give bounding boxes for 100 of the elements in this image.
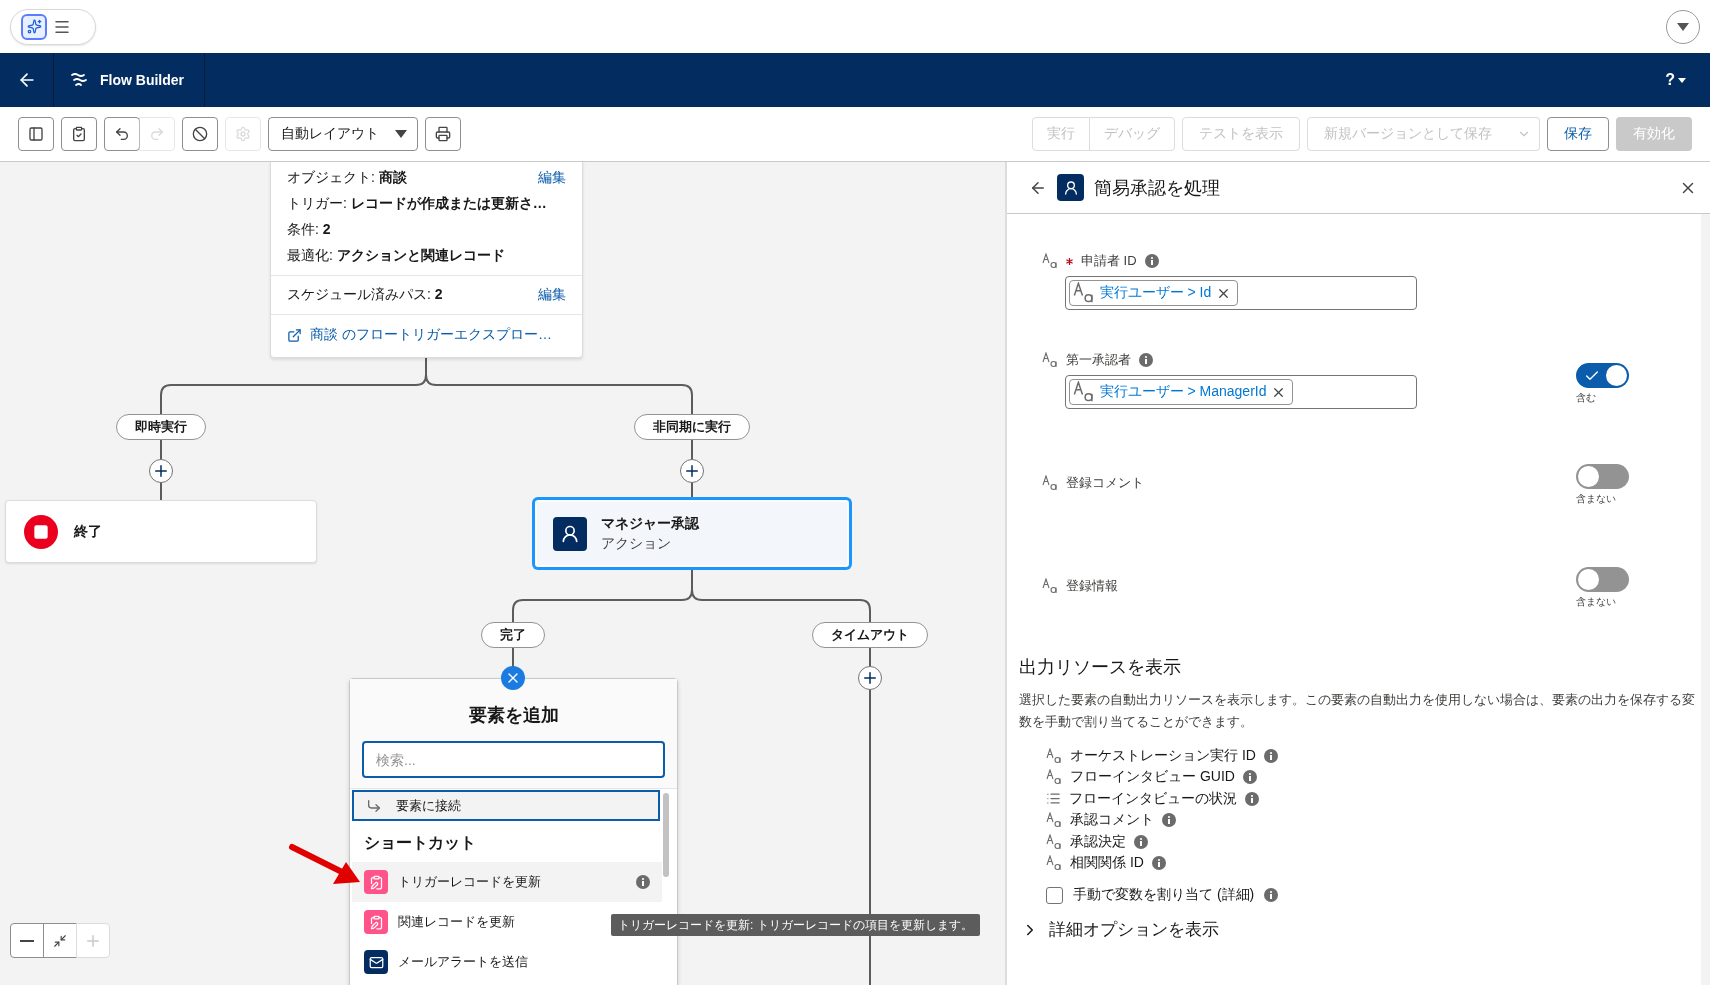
caret-icon bbox=[395, 130, 407, 138]
trigger-detail: オブジェクト: 商談 bbox=[287, 169, 407, 187]
connect-item[interactable]: 要素に接続 bbox=[352, 790, 660, 821]
print-button[interactable] bbox=[425, 117, 461, 151]
end-node[interactable]: 終了 bbox=[5, 500, 317, 563]
external-link-icon bbox=[287, 327, 302, 343]
value-text: 実行ユーザー > Id bbox=[1099, 284, 1212, 302]
include-toggle[interactable] bbox=[1576, 464, 1629, 489]
add-element-button[interactable] bbox=[858, 666, 882, 690]
plus-icon bbox=[861, 669, 879, 687]
sparkle-icon bbox=[21, 13, 47, 40]
redo-icon bbox=[149, 126, 165, 142]
trigger-detail: スケジュール済みパス: 2 bbox=[287, 286, 443, 304]
panel-title: 要素を追加 bbox=[468, 704, 559, 727]
include-toggle[interactable] bbox=[1576, 567, 1629, 592]
toggle-caption: 含まない bbox=[1576, 595, 1616, 609]
add-element-button[interactable] bbox=[680, 459, 704, 483]
tooltip: トリガーレコードを更新: トリガーレコードの項目を更新します。 bbox=[611, 914, 980, 936]
resource-label: オーケストレーション実行 ID bbox=[1070, 746, 1256, 765]
edit-link[interactable]: 編集 bbox=[538, 286, 566, 304]
info-icon[interactable] bbox=[1162, 813, 1176, 828]
branch-label: 完了 bbox=[481, 622, 545, 648]
branch-label: 非同期に実行 bbox=[634, 414, 750, 440]
field-label: 登録情報 bbox=[1066, 577, 1118, 595]
edit-link[interactable]: 編集 bbox=[538, 169, 566, 187]
plus-icon bbox=[152, 462, 170, 480]
value-pill[interactable]: 実行ユーザー > ManagerId bbox=[1069, 379, 1294, 405]
explorer-link[interactable]: 商談 のフロートリガーエクスプロー… bbox=[287, 322, 566, 348]
info-icon[interactable] bbox=[1264, 888, 1279, 902]
trigger-detail: 条件: 2 bbox=[287, 221, 331, 239]
connect-arrow-icon bbox=[366, 797, 382, 814]
scrollbar-thumb[interactable] bbox=[663, 793, 669, 877]
node-type: アクション bbox=[601, 534, 672, 553]
text-type-icon bbox=[1046, 747, 1062, 764]
info-icon[interactable] bbox=[636, 875, 650, 889]
node-title: 終了 bbox=[74, 522, 102, 541]
toolbar-button[interactable]: 保存 bbox=[1547, 117, 1609, 151]
text-type-icon bbox=[1042, 578, 1058, 594]
zoom-out-button[interactable] bbox=[10, 923, 44, 958]
ban-icon bbox=[192, 126, 208, 142]
minus-icon bbox=[20, 939, 34, 942]
app-title: Flow Builder bbox=[100, 72, 184, 88]
flow-icon bbox=[70, 71, 88, 89]
info-icon[interactable] bbox=[1134, 834, 1148, 849]
undo-icon bbox=[114, 126, 130, 142]
info-icon[interactable] bbox=[1263, 748, 1278, 763]
trigger-detail: 最適化: アクションと関連レコード bbox=[287, 247, 505, 265]
text-type-icon bbox=[1042, 352, 1058, 368]
text-type-icon bbox=[1042, 475, 1058, 491]
resource-label: フローインタビュー GUID bbox=[1070, 768, 1235, 787]
field-label: 登録コメント bbox=[1066, 474, 1144, 492]
include-toggle[interactable] bbox=[1576, 363, 1629, 388]
value-pill[interactable]: 実行ユーザー > Id bbox=[1069, 280, 1239, 306]
search-field[interactable]: 検索... bbox=[362, 741, 665, 778]
input-field[interactable]: 実行ユーザー > ManagerId bbox=[1065, 375, 1417, 409]
info-icon[interactable] bbox=[1242, 770, 1257, 785]
layout-select[interactable]: 自動レイアウト bbox=[268, 117, 418, 151]
toggle-caption: 含まない bbox=[1576, 492, 1616, 506]
text-type-icon bbox=[1073, 381, 1095, 403]
checkbox[interactable] bbox=[1046, 886, 1063, 904]
branch-label: タイムアウト bbox=[812, 622, 928, 648]
clipboard-edit-icon bbox=[364, 870, 388, 894]
help-button[interactable]: ? bbox=[1659, 70, 1692, 90]
info-icon[interactable] bbox=[1144, 254, 1159, 268]
section-description: 選択した要素の自動出力リソースを表示します。この要素の自動出力を使用しない場合は、要素の出力を保存する変数を手動で割り当てることができます。 bbox=[1019, 691, 1696, 731]
approval-icon bbox=[553, 516, 587, 551]
toggle-caption: 含む bbox=[1576, 391, 1596, 405]
element-item[interactable]: トリガーレコードを更新 bbox=[352, 862, 662, 902]
settings-icon bbox=[235, 126, 251, 142]
panel-icon bbox=[28, 126, 44, 142]
undo-button[interactable] bbox=[104, 117, 140, 151]
field-label: 申請者 ID bbox=[1081, 252, 1137, 270]
resource-label: 承認コメント bbox=[1070, 811, 1154, 830]
field-label: 第一承認者 bbox=[1066, 351, 1131, 369]
check-button[interactable] bbox=[61, 117, 97, 151]
close-button[interactable] bbox=[501, 666, 525, 690]
trigger-detail: トリガー: レコードが作成または更新さ… bbox=[287, 195, 547, 213]
dropdown-button[interactable] bbox=[1666, 9, 1700, 44]
printer-icon bbox=[435, 126, 451, 142]
section-title: ショートカット bbox=[363, 833, 477, 853]
advanced-options-toggle[interactable]: 詳細オプションを表示 bbox=[1049, 918, 1219, 941]
input-field[interactable]: 実行ユーザー > Id bbox=[1065, 276, 1417, 310]
caret-icon bbox=[1677, 22, 1689, 31]
app-launcher-button[interactable] bbox=[10, 8, 96, 45]
plus-icon bbox=[683, 462, 701, 480]
add-element-button[interactable] bbox=[149, 459, 173, 483]
text-type-icon bbox=[1046, 812, 1062, 829]
section-heading: 出力リソースを表示 bbox=[1019, 656, 1182, 679]
text-type-icon bbox=[1046, 769, 1062, 786]
info-icon[interactable] bbox=[1151, 856, 1166, 871]
resource-label: フローインタビューの状況 bbox=[1069, 789, 1237, 808]
pointer-arrow bbox=[289, 844, 360, 884]
block-button[interactable] bbox=[182, 117, 218, 151]
text-type-icon bbox=[1042, 253, 1058, 269]
info-icon[interactable] bbox=[1139, 353, 1153, 367]
panel-button[interactable] bbox=[18, 117, 54, 151]
list-icon bbox=[1046, 791, 1061, 807]
action-node[interactable]: マネジャー承認 アクション bbox=[533, 498, 851, 569]
info-icon[interactable] bbox=[1245, 791, 1259, 806]
panel-title: 簡易承認を処理 bbox=[1094, 176, 1221, 200]
